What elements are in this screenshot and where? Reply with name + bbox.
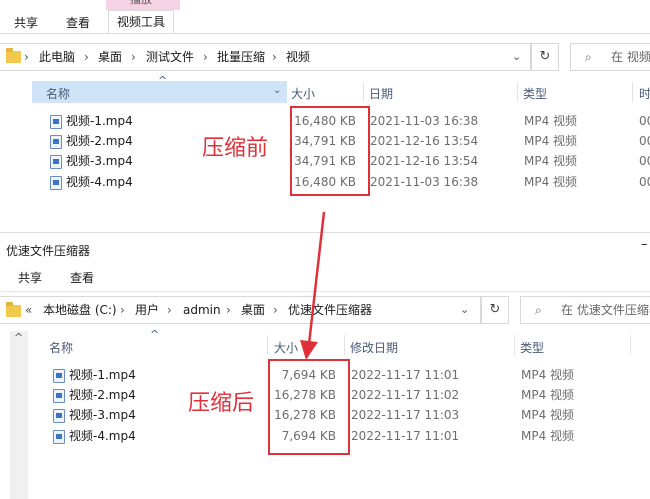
arrow-head-icon <box>300 340 318 360</box>
arrow-annotation <box>300 211 326 360</box>
arrow-shaft <box>307 211 326 345</box>
